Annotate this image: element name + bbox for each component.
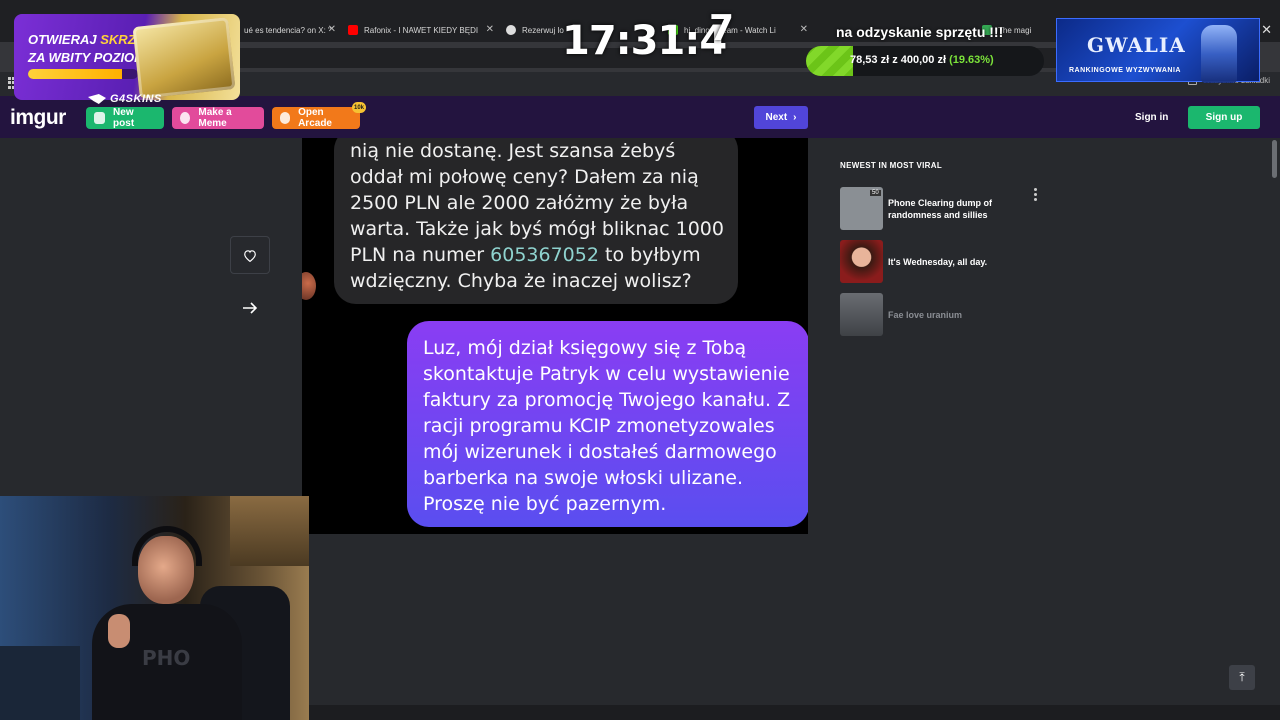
tab-title: Rafonix - I NAWET KIEDY BĘDI: [364, 25, 479, 35]
arcade-badge: 10k: [352, 102, 366, 113]
scrollbar-thumb[interactable]: [1272, 140, 1277, 178]
tab-close-icon[interactable]: ✕: [800, 24, 808, 35]
shirt-print: PHO: [142, 646, 191, 670]
streamer-arm: [0, 646, 80, 720]
next-label: Next: [765, 112, 788, 123]
browser-tab[interactable]: ué es tendencia? on X: " ✕: [228, 20, 336, 40]
make-meme-label: Make a Meme: [198, 107, 232, 129]
chevron-right-icon: ›: [793, 112, 797, 123]
favorite-button[interactable]: [230, 236, 270, 274]
tab-close-icon[interactable]: ✕: [486, 24, 494, 35]
outgoing-message-bubble: Luz, mój dział księgowy się z Tobą skont…: [407, 321, 808, 527]
streamer-hand: [108, 614, 130, 648]
new-post-button[interactable]: New post: [86, 107, 164, 129]
sign-up-button[interactable]: Sign up: [1188, 106, 1260, 129]
open-arcade-label: Open Arcade: [298, 107, 332, 129]
gwalia-banner: GWALIA RANKINGOWE WYZWYWANIA: [1056, 18, 1260, 83]
warrior-figure-icon: [1201, 25, 1237, 83]
viral-post-item[interactable]: It's Wednesday, all day.: [840, 240, 1040, 284]
scroll-to-top-button[interactable]: ⤒: [1229, 665, 1255, 690]
donation-goal-title: na odzyskanie sprzętu !!!: [836, 24, 1004, 40]
promo-progress-fill: [28, 69, 122, 79]
meme-face-icon: [180, 112, 191, 124]
page-scrollbar[interactable]: [1268, 138, 1280, 708]
gwalia-subtitle: RANKINGOWE WYZWYWANIA: [1069, 67, 1181, 74]
plus-icon: [94, 112, 106, 124]
incoming-message-text: nią nie dostanę. Jest szansa żebyś oddał…: [350, 138, 730, 294]
post-thumbnail: [840, 240, 883, 283]
g4skins-label: G4SKINS: [110, 93, 162, 105]
heart-icon: [244, 249, 256, 262]
g4skins-brand: G4SKINS: [88, 93, 162, 105]
browser-tab[interactable]: Rafonix - I NAWET KIEDY BĘDI ✕: [348, 20, 494, 40]
post-thumbnail: [840, 293, 883, 336]
more-options-icon[interactable]: [1034, 188, 1038, 204]
sidebar-title: NEWEST IN MOST VIRAL: [840, 161, 942, 170]
incoming-message-bubble: nią nie dostanę. Jest szansa żebyś oddał…: [334, 138, 738, 304]
sender-avatar: [302, 272, 316, 300]
stream-clock-digit: 7: [709, 8, 735, 49]
tab-title: ué es tendencia? on X: ": [244, 25, 331, 35]
arrow-up-icon: ⤒: [1239, 670, 1245, 684]
donation-goal-text: 78,53 zł z 400,00 zł (19.63%): [850, 54, 994, 66]
headphones-icon: [132, 526, 202, 566]
new-post-label: New post: [113, 107, 135, 129]
thumbnail-count-badge: 50: [870, 190, 881, 196]
next-post-button[interactable]: Next ›: [754, 106, 808, 129]
open-arcade-button[interactable]: Open Arcade: [272, 107, 360, 129]
goal-amount: 78,53 zł z 400,00 zł: [850, 54, 947, 66]
post-title: It's Wednesday, all day.: [888, 257, 988, 267]
webcam-overlay: PHO: [0, 496, 309, 720]
youtube-favicon-icon: [348, 25, 358, 35]
post-title: Fae love uranium: [888, 310, 963, 320]
make-meme-button[interactable]: Make a Meme: [172, 107, 264, 129]
promo-line-2: ZA WBITY POZIOM!: [28, 50, 150, 65]
tab-close-icon[interactable]: ✕: [328, 24, 336, 35]
treasure-chest-icon: [132, 17, 236, 99]
goal-percent: (19.63%): [949, 54, 994, 66]
share-arrow-icon[interactable]: [242, 300, 258, 314]
globe-favicon-icon: [506, 25, 516, 35]
window-close-icon[interactable]: ✕: [1261, 22, 1272, 38]
donation-goal-bar: 78,53 zł z 400,00 zł (19.63%): [806, 46, 1044, 76]
outgoing-message-text: Luz, mój dział księgowy się z Tobą skont…: [423, 337, 791, 515]
sign-in-link[interactable]: Sign in: [1135, 112, 1168, 123]
viral-post-item[interactable]: Fae love uranium: [840, 293, 1040, 337]
wolf-logo-icon: [88, 94, 106, 104]
phone-number: 605367052: [490, 244, 599, 266]
case-promo-overlay: OTWIERAJ SKRZYNKI EXP ZA WBITY POZIOM!: [14, 14, 240, 100]
gamepad-icon: [280, 112, 291, 124]
tab-title: Rezerwuj lo: [522, 25, 564, 35]
background-shelf: [230, 496, 309, 566]
screen: ué es tendencia? on X: " ✕ Rafonix - I N…: [0, 0, 1280, 720]
donation-goal-fill: [806, 46, 853, 76]
viral-post-item[interactable]: 50 Phone Clearing dump of randomness and…: [840, 187, 1040, 231]
promo-word: OTWIERAJ: [28, 32, 97, 47]
imgur-logo[interactable]: imgur: [10, 106, 66, 130]
gwalia-logo: GWALIA: [1087, 33, 1186, 57]
stream-clock: 17:31:4: [562, 18, 727, 64]
post-title: Phone Clearing dump of randomness and si…: [888, 198, 993, 220]
post-image: nią nie dostanę. Jest szansa żebyś oddał…: [302, 138, 808, 534]
promo-progress-bar: [28, 69, 138, 79]
